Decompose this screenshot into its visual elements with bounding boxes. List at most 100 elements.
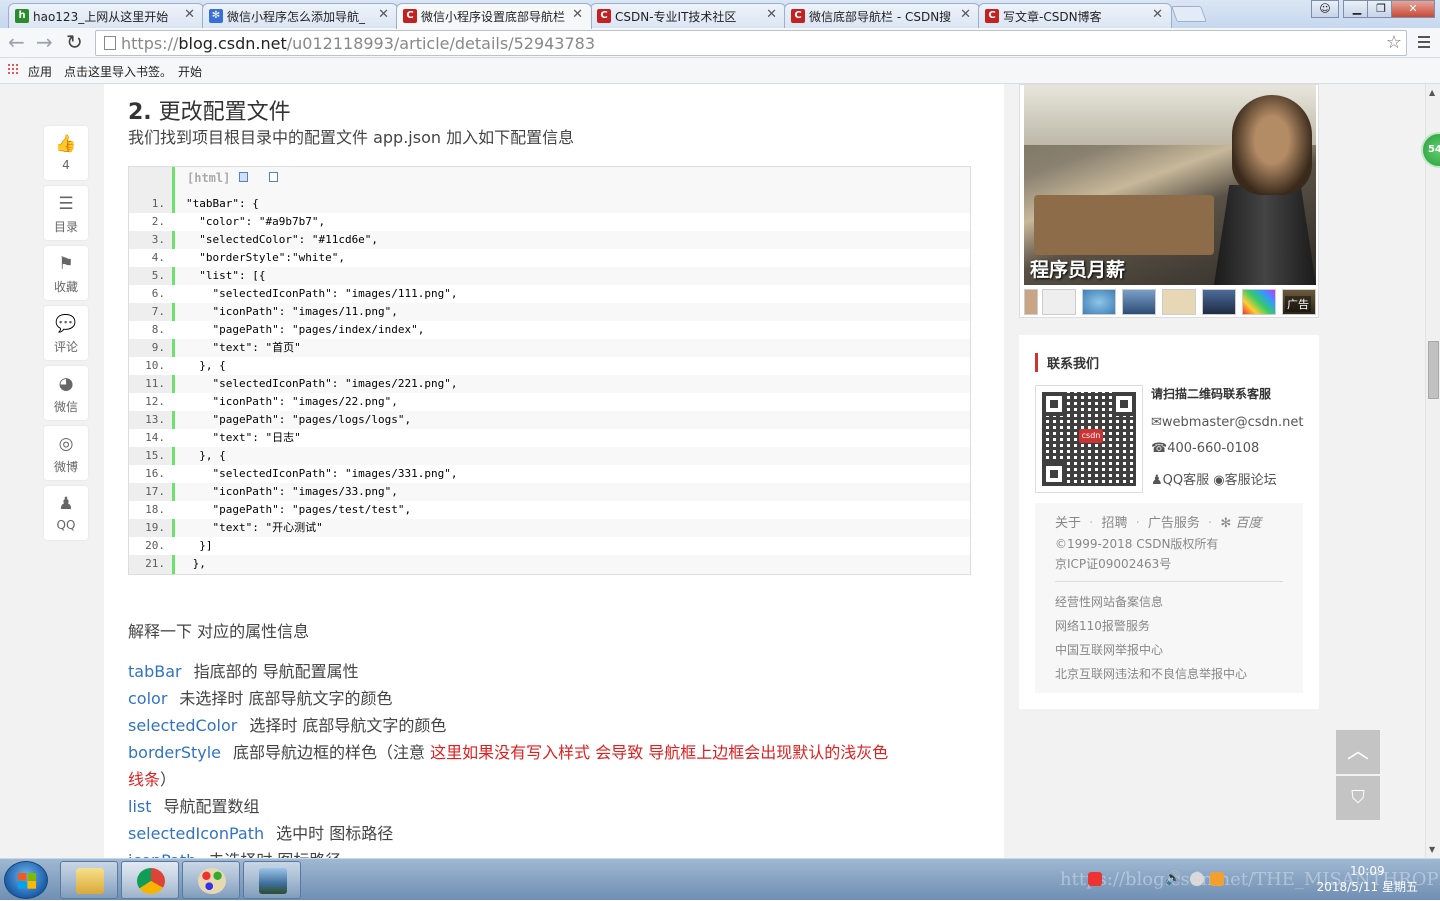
close-tab-icon[interactable]: ✕: [184, 7, 195, 22]
scroll-down-arrow-icon[interactable]: ▼: [1429, 845, 1435, 854]
tab-csdn-home[interactable]: C CSDN-专业IT技术社区 ✕: [590, 3, 786, 28]
ad-thumb[interactable]: [1242, 289, 1276, 315]
qr-finder: [1042, 462, 1066, 486]
ads-link[interactable]: 广告服务: [1148, 516, 1200, 531]
close-tab-icon[interactable]: ✕: [766, 7, 777, 22]
property-desc: 导航配置数组: [163, 797, 260, 816]
copy-icon[interactable]: [269, 172, 278, 182]
report-shield-button[interactable]: ⛉: [1336, 776, 1380, 820]
ad-thumb[interactable]: [1202, 289, 1236, 315]
taskbar-paint[interactable]: [182, 861, 240, 899]
ad-image[interactable]: 程序员月薪: [1024, 85, 1316, 285]
code-line: 7. "iconPath": "images/11.png",: [129, 303, 970, 321]
social-wechat-button[interactable]: ◕ 微信: [44, 366, 88, 420]
address-bar[interactable]: https://blog.csdn.net/u012118993/article…: [95, 30, 1407, 56]
mail-icon: ✉: [1151, 415, 1162, 430]
taskbar-photo-viewer[interactable]: [243, 861, 301, 899]
close-window-button[interactable]: ✕: [1391, 0, 1435, 18]
bookmark-apps[interactable]: 应用: [28, 63, 52, 80]
volume-icon[interactable]: 🔊: [1165, 872, 1181, 886]
code-text: "iconPath": "images/11.png",: [186, 305, 398, 318]
ad-thumb[interactable]: [1162, 289, 1196, 315]
baidu-link[interactable]: 百度: [1235, 516, 1261, 531]
qq-support-link[interactable]: QQ客服: [1163, 473, 1209, 488]
user-icon[interactable]: ☺: [1311, 0, 1339, 18]
code-text: "selectedColor": "#11cd6e",: [186, 233, 379, 246]
ad-thumb[interactable]: 广告: [1282, 289, 1316, 315]
tab-add-nav[interactable]: ✻ 微信小程序怎么添加导航_ ✕: [202, 3, 398, 28]
notification-icon[interactable]: [1210, 872, 1224, 886]
url-text[interactable]: https://blog.csdn.net/u012118993/article…: [121, 34, 595, 53]
taskbar-chrome[interactable]: [121, 861, 179, 899]
code-line: 10. }, {: [129, 357, 970, 375]
ad-thumb[interactable]: [1024, 289, 1038, 315]
back-arrow-icon[interactable]: ←: [8, 32, 25, 52]
close-tab-icon[interactable]: ✕: [1152, 7, 1163, 22]
social-qq-button[interactable]: ♟ QQ: [44, 486, 88, 540]
code-line: 19. "text": "开心测试": [129, 519, 970, 537]
sogou-ime-icon[interactable]: [1088, 872, 1102, 886]
close-tab-icon[interactable]: ✕: [960, 7, 971, 22]
thumbs-up-icon: 👍: [55, 134, 77, 154]
record-link[interactable]: 中国互联网举报中心: [1055, 641, 1163, 658]
bookmark-start[interactable]: 开始: [178, 63, 202, 80]
tab-article[interactable]: C 微信小程序设置底部导航栏 ✕: [396, 3, 592, 29]
ad-thumb[interactable]: [1082, 289, 1116, 315]
vertical-scrollbar[interactable]: ▲ ▼: [1425, 84, 1440, 858]
reload-icon[interactable]: ↻: [66, 32, 83, 52]
taskbar-explorer[interactable]: [60, 861, 118, 899]
social-weibo-button[interactable]: ◎ 微博: [44, 426, 88, 480]
record-link[interactable]: 经营性网站备案信息: [1055, 593, 1163, 610]
start-button[interactable]: [4, 861, 48, 899]
forward-arrow-icon[interactable]: →: [36, 32, 53, 52]
new-tab-button[interactable]: [1171, 6, 1207, 22]
line-number: 9.: [151, 341, 165, 354]
line-number: 8.: [151, 323, 165, 336]
bookmark-import[interactable]: 点击这里导入书签。: [64, 63, 172, 80]
phone-row: ☎400-660-0108: [1151, 441, 1259, 456]
close-tab-icon[interactable]: ✕: [378, 7, 389, 22]
ad-thumb[interactable]: [1042, 289, 1076, 315]
code-text: "iconPath": "images/33.png",: [186, 485, 398, 498]
jobs-link[interactable]: 招聘: [1101, 516, 1127, 531]
social-thumbs-up-button[interactable]: 👍 4: [44, 126, 88, 180]
network-icon[interactable]: [1190, 872, 1204, 886]
icp-license[interactable]: 京ICP证09002463号: [1055, 555, 1171, 572]
ad-banner[interactable]: 程序员月薪 广告: [1019, 84, 1319, 318]
social-comment-button[interactable]: 💬 评论: [44, 306, 88, 360]
csdn-favicon-icon: C: [985, 9, 999, 23]
view-plain-icon[interactable]: [239, 172, 248, 182]
tab-write-article[interactable]: C 写文章-CSDN博客 ✕: [978, 3, 1172, 28]
chrome-icon: [137, 868, 165, 894]
email-text[interactable]: webmaster@csdn.net: [1162, 415, 1304, 430]
back-to-top-button[interactable]: ︿: [1336, 730, 1380, 774]
forum-link[interactable]: 客服论坛: [1225, 473, 1277, 488]
social-bookmark-button[interactable]: ⚑ 收藏: [44, 246, 88, 300]
copyright: ©1999-2018 CSDN版权所有: [1055, 537, 1219, 551]
code-text: "pagePath": "pages/test/test",: [186, 503, 412, 516]
record-link[interactable]: 北京互联网违法和不良信息举报中心: [1055, 665, 1247, 682]
email-row[interactable]: ✉webmaster@csdn.net: [1151, 415, 1304, 430]
tab-hao123[interactable]: h hao123_上网从这里开始 ✕: [8, 3, 204, 28]
line-number: 11.: [145, 377, 165, 390]
csdn-favicon-icon: C: [791, 9, 805, 23]
separator: ·: [1208, 516, 1213, 531]
property-key: selectedColor: [128, 716, 238, 735]
apps-grid-icon[interactable]: [7, 63, 20, 76]
toc-icon: ☰: [58, 194, 74, 214]
clock[interactable]: 10:09 2018/5/11 星期五: [1317, 863, 1418, 895]
line-number: 10.: [145, 359, 165, 372]
social-toc-button[interactable]: ☰ 目录: [44, 186, 88, 240]
qq-icon: ♟: [58, 494, 74, 514]
scroll-up-arrow-icon[interactable]: ▲: [1429, 88, 1435, 97]
menu-icon[interactable]: [1418, 36, 1430, 48]
bookmark-star-icon[interactable]: ☆: [1386, 32, 1402, 53]
tab-csdn-search[interactable]: C 微信底部导航栏 - CSDN搜 ✕: [784, 3, 980, 28]
close-tab-icon[interactable]: ✕: [572, 7, 583, 22]
ad-thumb[interactable]: [1122, 289, 1156, 315]
scroll-thumb[interactable]: [1428, 341, 1439, 399]
record-link[interactable]: 网络110报警服务: [1055, 617, 1150, 634]
line-number: 6.: [151, 287, 165, 300]
baidu-paw-icon: ✻: [1220, 516, 1232, 531]
about-link[interactable]: 关于: [1055, 516, 1081, 531]
